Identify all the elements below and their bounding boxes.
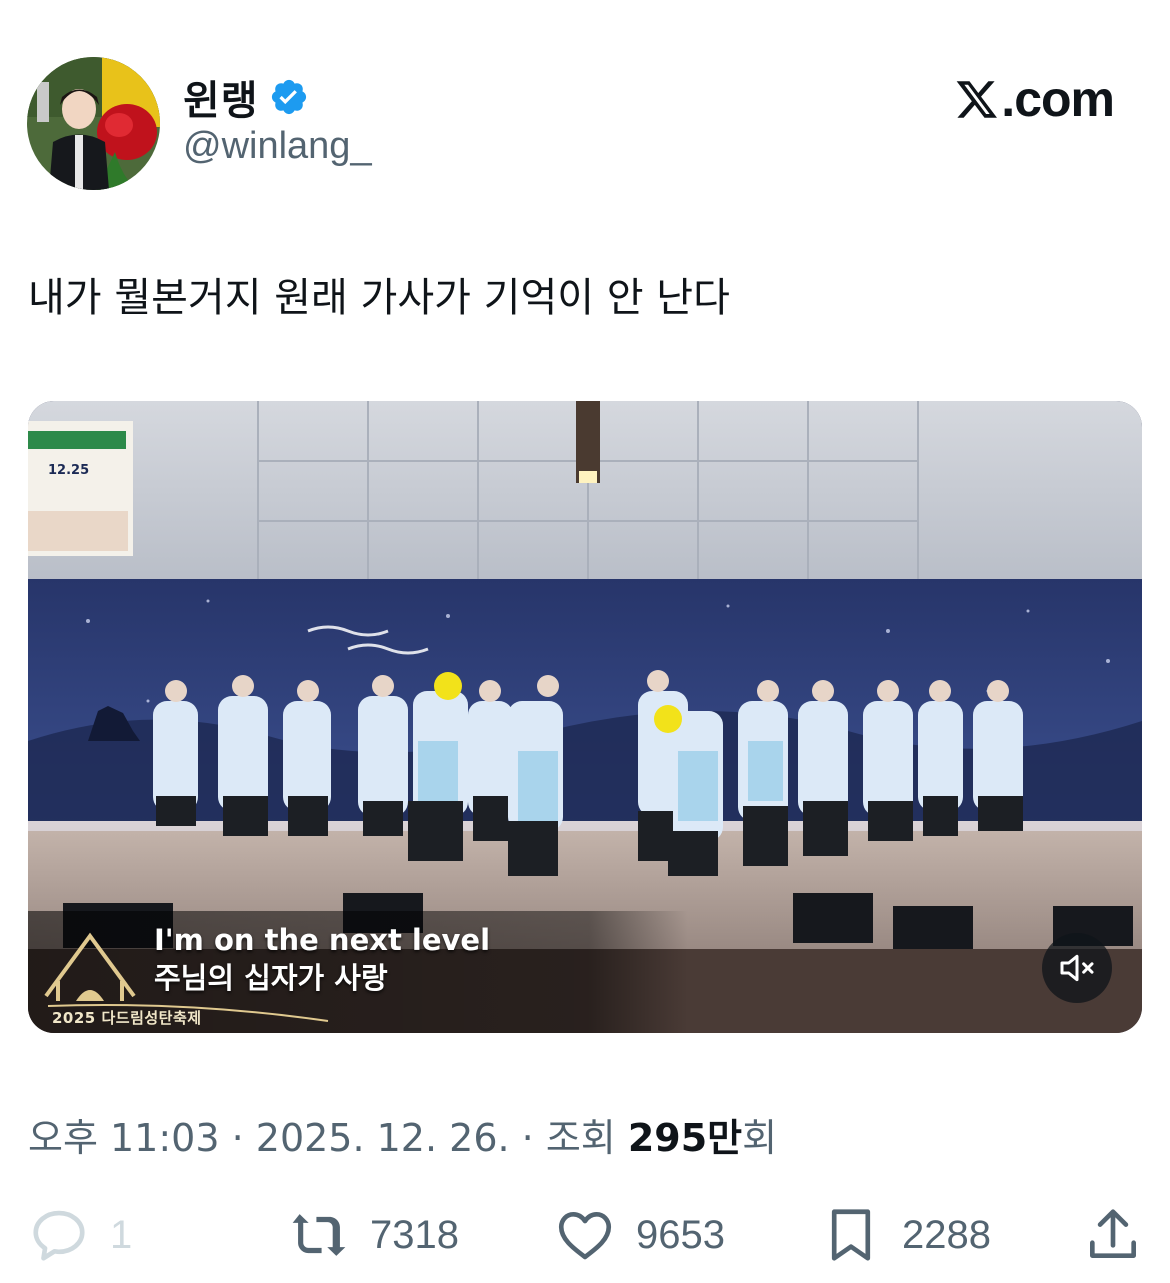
repost-icon — [292, 1214, 346, 1256]
author-handle[interactable]: @winlang_ — [183, 125, 372, 168]
share-button[interactable] — [1082, 1205, 1144, 1265]
unmute-button[interactable] — [1042, 933, 1112, 1003]
festival-label: 2025 다드림성탄축제 — [52, 1009, 202, 1027]
video-subtitle: I'm on the next level 주님의 십자가 사랑 — [150, 921, 494, 997]
subtitle-line-2: 주님의 십자가 사랑 — [154, 961, 388, 995]
tweet-time[interactable]: 오후 11:03 — [28, 1116, 220, 1160]
x-logo-icon — [956, 81, 998, 118]
views-prefix: 조회 — [545, 1116, 628, 1160]
like-count: 9653 — [636, 1212, 725, 1257]
avatar[interactable] — [27, 57, 160, 190]
reply-count: 1 — [110, 1212, 133, 1257]
author-display-name[interactable]: 윈랭 — [183, 68, 259, 126]
bookmark-icon — [831, 1209, 871, 1261]
bookmark-button[interactable]: 2288 — [820, 1205, 991, 1265]
x-brand: .com — [955, 70, 1115, 128]
share-icon — [1090, 1209, 1136, 1258]
tweet-meta: 오후 11:03 · 2025. 12. 26. · 조회 295만회 — [28, 1107, 777, 1162]
subtitle-line-1: I'm on the next level — [154, 923, 491, 957]
verified-badge-icon — [271, 79, 306, 115]
meta-separator: · — [219, 1116, 256, 1160]
bookmark-count: 2288 — [902, 1212, 991, 1257]
like-button[interactable]: 9653 — [554, 1205, 725, 1265]
meta-separator: · — [509, 1116, 546, 1160]
repost-button[interactable]: 7318 — [288, 1205, 459, 1265]
views-count: 295만 — [627, 1116, 743, 1160]
reply-button[interactable]: 1 — [28, 1205, 132, 1265]
repost-count: 7318 — [370, 1212, 459, 1257]
tweet-text: 내가 뭘본거지 원래 가사가 기억이 안 난다 — [28, 275, 730, 321]
video-player[interactable]: 12.25 I'm on the next level 주님의 십자가 사랑 2… — [28, 401, 1142, 1033]
tweet-date[interactable]: 2025. 12. 26. — [256, 1116, 510, 1160]
views-suffix: 회 — [742, 1116, 778, 1160]
author-name-row[interactable]: 윈랭 — [183, 72, 309, 124]
volume-muted-icon — [1060, 954, 1094, 982]
reply-icon — [33, 1210, 85, 1261]
brand-label: .com — [1001, 71, 1115, 127]
banner-date: 12.25 — [48, 463, 89, 478]
heart-icon — [558, 1212, 612, 1260]
